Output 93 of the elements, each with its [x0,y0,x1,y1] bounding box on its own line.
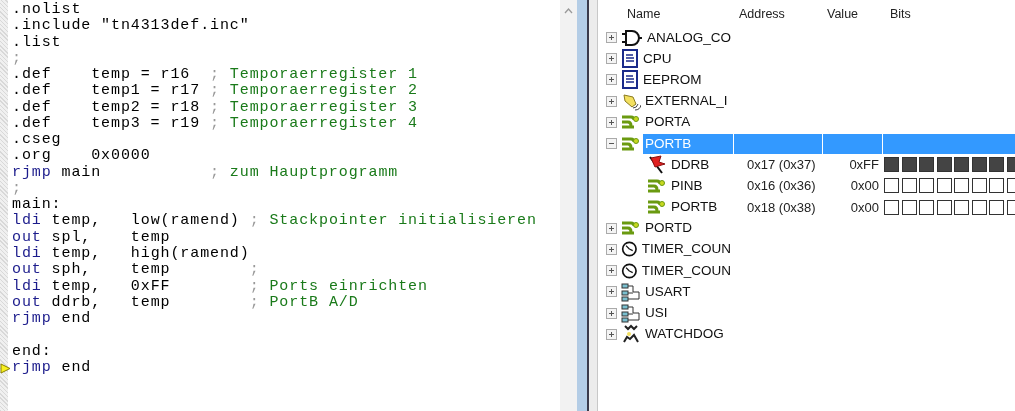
bit-checkbox[interactable] [884,157,899,173]
bit-checkbox[interactable] [919,157,934,173]
bit-checkbox[interactable] [989,199,1004,215]
expand-icon[interactable] [606,286,617,298]
code-line: main: [11,197,63,214]
bit-checkbox[interactable] [971,157,987,173]
code-line: .def temp1 = r17 ; Temporaerregister 2 [11,83,419,100]
register-name[interactable]: DDRB [669,154,733,175]
expand-icon[interactable] [606,265,617,277]
tree-item[interactable]: USI [643,303,733,324]
expand-icon[interactable] [606,95,617,107]
bit-checkbox[interactable] [971,199,987,215]
code-line: .def temp3 = r19 ; Temporaerregister 4 [11,115,419,133]
port-icon [621,113,641,132]
value-cell-text: 0x00 [849,199,880,215]
bit-checkbox[interactable] [989,178,1004,194]
code-line: .nolist [11,2,83,18]
port-icon [647,198,667,217]
code-line: .def temp = r16 ; Temporaerregister 1 [11,67,419,84]
tree-item[interactable]: PORTA [643,112,733,133]
scroll-up-icon[interactable] [564,8,573,14]
code-line: .include "tn4313def.inc" [11,18,251,35]
bit-checkbox[interactable] [971,178,987,194]
code-line: .org 0x0000 [11,148,152,165]
register-name[interactable]: PORTB [669,197,733,218]
bit-checkbox[interactable] [884,199,899,215]
bit-checkbox[interactable] [884,178,899,194]
code-line: ldi temp, 0xFF ; Ports einrichten [11,278,429,295]
code-line: rjmp end [11,311,93,328]
code-line: .def temp2 = r18 ; Temporaerregister 3 [11,99,419,116]
register-name[interactable]: PINB [669,175,733,196]
code-line: rjmp end [0,359,560,377]
code-line: ldi temp, high(ramend) [11,246,251,262]
tree-item[interactable]: EXTERNAL_I [643,91,733,112]
code-line: .list [11,34,63,51]
address-cell-text: 0x16 (0x36) [746,178,817,194]
code-line: rjmp main ; zum Hauptprogramm [11,164,400,181]
document-icon [621,49,639,69]
bit-checkbox[interactable] [954,199,969,215]
bit-checkbox[interactable] [919,199,934,215]
expand-icon[interactable] [606,307,617,319]
gate-icon [621,28,643,47]
expand-icon[interactable] [606,222,617,234]
bit-checkbox[interactable] [901,157,917,173]
tree-item[interactable]: TIMER_COUN [639,260,733,281]
clock-icon [621,260,638,281]
code-line: .cseg [11,132,63,149]
port-icon [621,219,641,238]
tree-item[interactable]: ANALOG_CO [644,27,733,48]
serial-icon [621,281,641,302]
column-header[interactable]: Bits [882,6,1015,21]
expand-icon[interactable] [606,53,617,65]
tree-item[interactable]: USART [643,281,733,302]
code-line: ; [11,50,23,67]
tree-item[interactable]: TIMER_COUN [639,239,733,260]
expand-icon[interactable] [606,116,617,128]
watchdog-icon [621,324,641,345]
value-cell-text: 0xFF [848,157,880,173]
tree-item[interactable]: WATCHDOG [643,324,733,345]
collapse-icon[interactable] [606,138,617,150]
bell-icon [621,91,641,111]
bit-checkbox[interactable] [919,178,934,194]
bit-checkbox[interactable] [901,178,917,194]
expand-icon[interactable] [606,328,617,340]
value-cell-text: 0x00 [849,178,880,194]
address-cell-text: 0x18 (0x38) [746,199,817,215]
expand-icon[interactable] [606,74,617,86]
code-line: out spl, temp [11,229,172,246]
expand-icon[interactable] [606,243,617,255]
code-line: out ddrb, temp ; PortB A/D [11,294,360,311]
column-header[interactable]: Value [822,6,882,21]
tree-item[interactable]: CPU [641,48,733,69]
bit-checkbox[interactable] [936,157,952,173]
code-line: ldi temp, low(ramend) ; Stackpointer initialisieren [11,213,538,230]
tree-item[interactable]: PORTD [643,218,733,239]
document-icon [621,70,639,90]
bit-checkbox[interactable] [901,199,917,215]
bit-checkbox[interactable] [936,178,952,194]
splitter-bar[interactable] [577,0,589,411]
code-line: end: [11,343,53,360]
serial-icon [621,303,641,324]
address-cell-text: 0x17 (0x37) [746,157,817,173]
expand-icon[interactable] [606,32,617,44]
bit-checkbox[interactable] [954,157,969,173]
code-line: ; [11,180,23,197]
tree-item[interactable]: EEPROM [641,69,733,90]
flag-icon [647,154,667,175]
code-line: out sph, temp ; [11,262,261,279]
bit-checkbox[interactable] [954,178,969,194]
bit-checkbox[interactable] [989,157,1004,173]
bit-checkbox[interactable] [936,199,952,215]
column-header[interactable]: Name [606,6,733,21]
column-header[interactable]: Address [733,6,822,21]
